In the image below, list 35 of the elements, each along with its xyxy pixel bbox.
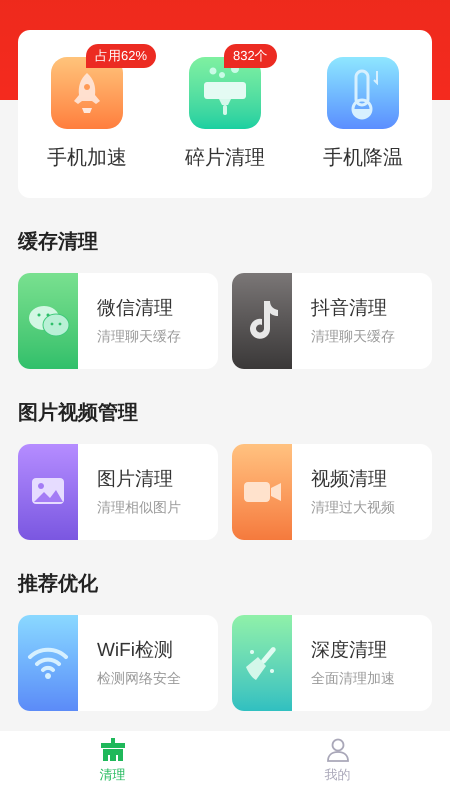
- chat-bubbles-icon: [18, 273, 78, 369]
- music-note-icon: [232, 273, 292, 369]
- video-camera-icon: [232, 444, 292, 540]
- feature-card[interactable]: WiFi检测 检测网络安全: [18, 615, 218, 711]
- broom-icon: [100, 738, 124, 762]
- wifi-icon: [18, 615, 78, 711]
- feature-card[interactable]: 抖音清理 清理聊天缓存: [232, 273, 432, 369]
- image-icon: [18, 444, 78, 540]
- card-title: 图片清理: [97, 468, 174, 492]
- feature-card[interactable]: 视频清理 清理过大视频: [232, 444, 432, 540]
- card-title: 抖音清理: [311, 297, 388, 321]
- badge: 832个: [224, 44, 277, 68]
- section-title: 图片视频管理: [18, 401, 139, 425]
- card-title: 深度清理: [311, 639, 388, 663]
- section-title: 推荐优化: [18, 572, 99, 596]
- card-subtitle: 清理过大视频: [311, 498, 395, 516]
- section-title: 缓存清理: [18, 230, 99, 254]
- tool-label[interactable]: 碎片清理: [185, 146, 265, 170]
- feature-card[interactable]: 微信清理 清理聊天缓存: [18, 273, 218, 369]
- thermometer-icon[interactable]: [327, 57, 399, 129]
- broom-icon: [232, 615, 292, 711]
- card-subtitle: 检测网络安全: [97, 669, 181, 687]
- tool-label[interactable]: 手机加速: [47, 146, 127, 170]
- card-subtitle: 清理相似图片: [97, 498, 181, 516]
- card-title: 微信清理: [97, 297, 174, 321]
- person-icon: [326, 738, 350, 762]
- card-subtitle: 全面清理加速: [311, 669, 395, 687]
- card-subtitle: 清理聊天缓存: [97, 327, 181, 345]
- tool-label[interactable]: 手机降温: [323, 146, 403, 170]
- feature-card[interactable]: 图片清理 清理相似图片: [18, 444, 218, 540]
- feature-card[interactable]: 深度清理 全面清理加速: [232, 615, 432, 711]
- card-subtitle: 清理聊天缓存: [311, 327, 395, 345]
- card-title: WiFi检测: [97, 639, 174, 663]
- badge: 占用62%: [86, 44, 156, 68]
- card-title: 视频清理: [311, 468, 388, 492]
